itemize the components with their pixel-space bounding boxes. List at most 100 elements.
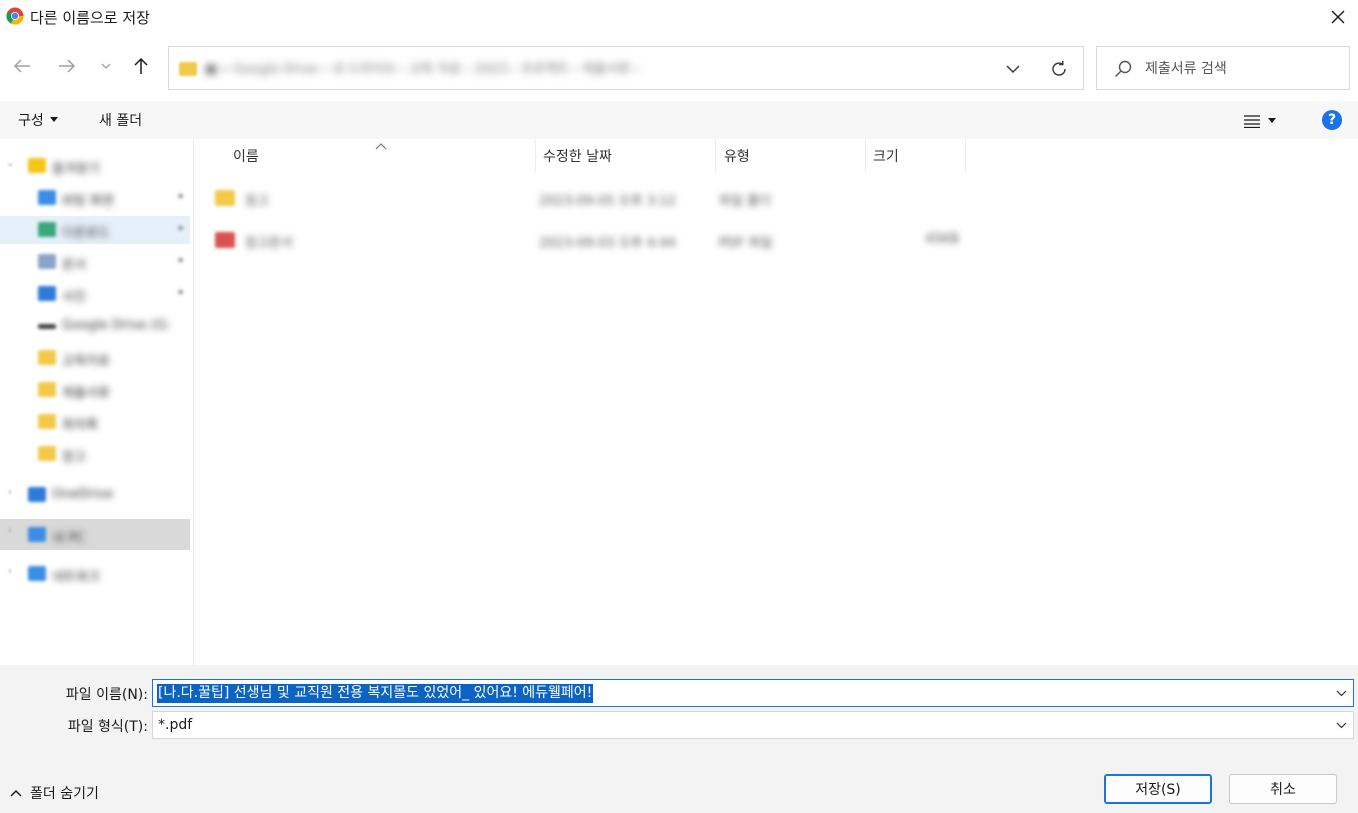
column-divider[interactable] xyxy=(965,140,966,172)
sidebar-item-label: 참고 xyxy=(62,450,86,462)
sidebar-item-label: Google Drive (G:) xyxy=(62,318,172,333)
filetype-select[interactable]: *.pdf xyxy=(152,711,1354,739)
search-input[interactable] xyxy=(1145,57,1335,81)
search-box[interactable] xyxy=(1096,46,1350,90)
file-size: 45KB xyxy=(925,232,959,247)
sort-ascending-icon xyxy=(375,143,387,150)
list-view-icon xyxy=(1244,115,1260,128)
chevron-right-icon[interactable]: › xyxy=(8,566,12,577)
chevron-down-icon[interactable]: ⌄ xyxy=(6,158,14,169)
file-date: 2023-09-03 오후 4:44 xyxy=(539,236,676,248)
file-list: 이름 수정한 날짜 유형 크기 참고 2023-09-05 오후 3:12 파일… xyxy=(195,140,1358,665)
column-divider[interactable] xyxy=(535,140,536,172)
organize-label: 구성 xyxy=(18,113,44,129)
sidebar-item-folder[interactable]: 참고 xyxy=(0,440,190,468)
desktop-icon xyxy=(38,190,56,205)
filename-input[interactable]: [나.다.꿀팁] 선생님 및 교직원 전용 복지몰도 있었어_ 있어요! 에듀웰… xyxy=(157,684,594,703)
cloud-icon xyxy=(28,487,46,502)
title-bar: 다른 이름으로 저장 xyxy=(0,0,1358,34)
file-type: 파일 폴더 xyxy=(719,194,771,206)
sidebar-item-downloads[interactable]: 다운로드 ✦ xyxy=(0,216,190,244)
chevron-up-icon xyxy=(10,789,22,797)
file-type: PDF 파일 xyxy=(719,236,773,248)
save-button[interactable]: 저장(S) xyxy=(1104,774,1212,804)
pin-icon: ✦ xyxy=(176,254,186,267)
arrow-right-icon xyxy=(59,59,76,73)
sidebar-item-folder[interactable]: 회의록 xyxy=(0,408,190,436)
sidebar-item-this-pc[interactable]: › 내 PC xyxy=(0,519,190,550)
back-button[interactable] xyxy=(8,52,36,80)
filename-dropdown-button[interactable] xyxy=(1333,685,1349,701)
drive-icon xyxy=(38,324,56,329)
download-icon xyxy=(38,222,56,237)
pictures-icon xyxy=(38,286,56,301)
refresh-icon xyxy=(1052,61,1066,76)
address-dropdown-button[interactable] xyxy=(1001,57,1025,81)
sidebar-item-documents[interactable]: 문서 ✦ xyxy=(0,248,190,276)
refresh-button[interactable] xyxy=(1045,57,1073,81)
sidebar-item-quick-access[interactable]: ⌄ 즐겨찾기 xyxy=(0,152,190,180)
filetype-dropdown-button[interactable] xyxy=(1333,717,1349,733)
up-button[interactable] xyxy=(127,52,155,80)
hide-folders-button[interactable]: 폴더 숨기기 xyxy=(10,783,99,803)
sidebar-item-desktop[interactable]: 바탕 화면 ✦ xyxy=(0,184,190,212)
forward-button[interactable] xyxy=(53,52,81,80)
window-title: 다른 이름으로 저장 xyxy=(30,9,150,27)
pin-icon: ✦ xyxy=(176,286,186,299)
sidebar-item-pictures[interactable]: 사진 ✦ xyxy=(0,280,190,308)
sidebar-item-network[interactable]: › 네트워크 xyxy=(0,560,190,588)
column-header-size[interactable]: 크기 xyxy=(873,140,899,172)
sidebar-item-label: 즐겨찾기 xyxy=(52,162,100,174)
arrow-left-icon xyxy=(13,59,30,73)
chevron-right-icon[interactable]: › xyxy=(8,525,12,536)
close-button[interactable] xyxy=(1318,0,1358,34)
pin-icon: ✦ xyxy=(176,222,186,235)
caret-down-icon xyxy=(1268,118,1276,123)
view-options-button[interactable] xyxy=(1244,110,1284,132)
sidebar-item-label: 바탕 화면 xyxy=(62,194,114,206)
sidebar-item-folder[interactable]: 제출서류 xyxy=(0,376,190,404)
network-icon xyxy=(28,566,46,581)
folder-icon xyxy=(38,414,56,429)
address-path[interactable]: ■ « Google Drive › 내 드라이브 › 교육 자료 › 2023… xyxy=(205,58,1005,78)
sidebar-item-label: 다운로드 xyxy=(62,226,110,238)
column-header-date[interactable]: 수정한 날짜 xyxy=(543,140,612,172)
file-date: 2023-09-05 오후 3:12 xyxy=(539,194,676,206)
sidebar-item-google-drive[interactable]: Google Drive (G:) xyxy=(0,312,190,340)
navigation-bar: ■ « Google Drive › 내 드라이브 › 교육 자료 › 2023… xyxy=(0,42,1358,92)
arrow-up-icon xyxy=(134,57,148,74)
table-row[interactable]: 참고문서 2023-09-03 오후 4:44 PDF 파일 45KB xyxy=(215,226,975,254)
pdf-icon xyxy=(215,232,235,248)
document-icon xyxy=(38,254,56,269)
chrome-icon xyxy=(6,7,24,25)
column-header-type[interactable]: 유형 xyxy=(724,140,750,172)
recent-locations-button[interactable] xyxy=(92,52,120,80)
sidebar-item-label: 네트워크 xyxy=(52,570,100,582)
new-folder-button[interactable]: 새 폴더 xyxy=(99,110,142,130)
folder-icon xyxy=(179,62,197,76)
command-toolbar: 구성 새 폴더 ? xyxy=(0,101,1358,139)
column-divider[interactable] xyxy=(865,140,866,172)
column-header-name[interactable]: 이름 xyxy=(233,140,259,172)
search-icon xyxy=(1115,60,1132,77)
filename-field[interactable]: [나.다.꿀팁] 선생님 및 교직원 전용 복지몰도 있었어_ 있어요! 에듀웰… xyxy=(152,679,1354,707)
file-name: 참고 xyxy=(245,194,269,206)
cancel-button[interactable]: 취소 xyxy=(1229,774,1337,804)
caret-down-icon xyxy=(49,117,58,122)
filename-label: 파일 이름(N): xyxy=(65,687,148,703)
sidebar-item-onedrive[interactable]: › OneDrive xyxy=(0,481,190,509)
sidebar-item-label: 교육자료 xyxy=(62,354,110,366)
save-form: 파일 이름(N): [나.다.꿀팁] 선생님 및 교직원 전용 복지몰도 있었어… xyxy=(0,665,1358,813)
organize-button[interactable]: 구성 xyxy=(18,110,58,130)
help-button[interactable]: ? xyxy=(1322,110,1342,130)
filetype-value: *.pdf xyxy=(158,717,193,733)
column-divider[interactable] xyxy=(715,140,716,172)
address-bar[interactable]: ■ « Google Drive › 내 드라이브 › 교육 자료 › 2023… xyxy=(168,46,1084,90)
sidebar-item-folder[interactable]: 교육자료 xyxy=(0,344,190,372)
chevron-right-icon[interactable]: › xyxy=(8,487,12,498)
pc-icon xyxy=(28,527,46,542)
table-row[interactable]: 참고 2023-09-05 오후 3:12 파일 폴더 xyxy=(215,184,975,212)
sidebar-item-label: OneDrive xyxy=(52,487,114,502)
folder-icon xyxy=(38,350,56,365)
navigation-pane: ⌄ 즐겨찾기 바탕 화면 ✦ 다운로드 ✦ 문서 ✦ 사진 ✦ Google D… xyxy=(0,140,194,665)
